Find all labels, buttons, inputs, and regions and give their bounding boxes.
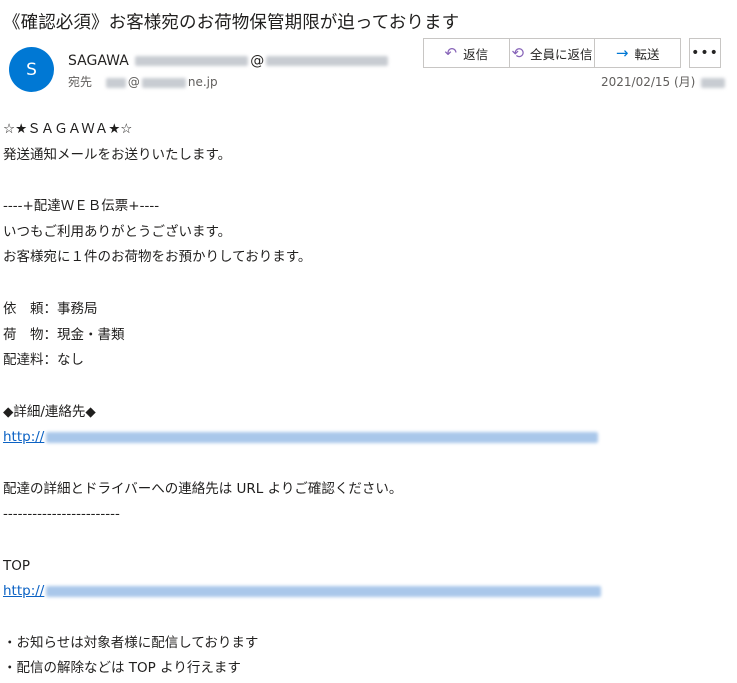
forward-label: 転送: [634, 46, 660, 62]
body-blank-line: [3, 271, 603, 297]
recipient-domain: ne.jp: [187, 75, 218, 89]
detail-link-prefix: http://: [3, 429, 45, 446]
body-line: 配達の詳細とドライバーへの連絡先は URL よりご確認ください。: [3, 480, 403, 497]
body-line: ☆★ＳＡＧＡＷＡ★☆: [3, 121, 133, 137]
reply-label: 返信: [463, 46, 489, 62]
email-subject: 《確認必須》お客様宛のお荷物保管期限が迫っております: [3, 13, 460, 33]
top-link-line: http://: [3, 579, 603, 605]
redacted-time: [701, 77, 726, 88]
body-blank-line: [3, 451, 603, 477]
sender-line: SAGAWA @: [68, 53, 390, 69]
avatar-initial: S: [26, 59, 37, 80]
email-body: ☆★ＳＡＧＡＷＡ★☆ 発送通知メールをお送りいたします。 ----+配達ＷＥＢ伝…: [3, 117, 603, 682]
body-blank-line: [3, 168, 603, 194]
reply-all-label: 全員に返信: [530, 46, 593, 62]
reply-icon: ↶: [444, 44, 458, 62]
top-link[interactable]: http://: [3, 583, 603, 599]
body-line: ------------------------: [3, 506, 120, 523]
sender-at-sign: @: [250, 53, 265, 69]
action-toolbar: ↶ 返信 ⟲ 全員に返信 → 転送: [423, 38, 681, 68]
body-line: 発送通知メールをお送りいたします。: [3, 146, 232, 163]
body-line: いつもご利用ありがとうございます。: [3, 223, 232, 240]
body-line: ----+配達ＷＥＢ伝票+----: [3, 198, 160, 215]
reply-button[interactable]: ↶ 返信: [424, 39, 510, 67]
more-actions-button[interactable]: •••: [689, 38, 721, 68]
top-link-prefix: http://: [3, 583, 45, 600]
date-text: 2021/02/15 (月): [601, 75, 696, 89]
redacted-url: [46, 431, 599, 443]
body-line: ◆詳細/連絡先◆: [3, 403, 96, 420]
body-line: 依 頼：事務局: [3, 300, 98, 317]
more-icon: •••: [691, 45, 719, 61]
body-line: TOP: [3, 557, 31, 574]
body-line: ・お知らせは対象者様に配信しております: [3, 634, 259, 651]
body-blank-line: [3, 605, 603, 631]
reply-all-button[interactable]: ⟲ 全員に返信: [509, 39, 596, 67]
redacted-recipient-domain: [141, 77, 186, 88]
avatar[interactable]: S: [9, 47, 54, 92]
body-blank-line: [3, 528, 603, 554]
email-date: 2021/02/15 (月): [601, 73, 727, 90]
detail-link[interactable]: http://: [3, 429, 600, 445]
detail-link-line: http://: [3, 425, 603, 451]
body-line: ・配信の解除などは TOP より行えます: [3, 660, 241, 677]
body-line: お客様宛に１件のお荷物をお預かりしております。: [3, 249, 312, 266]
recipient-at-sign: @: [127, 75, 140, 89]
body-blank-line: [3, 374, 603, 400]
reply-all-icon: ⟲: [511, 44, 525, 62]
body-line: 配達料：なし: [3, 352, 84, 369]
redacted-recipient-local: [105, 77, 126, 88]
redacted-sender-local: [135, 56, 249, 66]
redacted-sender-domain: [266, 56, 389, 66]
sender-name[interactable]: SAGAWA: [68, 53, 129, 69]
forward-button[interactable]: → 転送: [595, 39, 681, 67]
to-label: 宛先: [68, 75, 93, 89]
recipient-line: 宛先 @ ne.jp: [68, 73, 218, 90]
body-line: 荷 物：現金・書類: [3, 326, 125, 343]
redacted-url: [46, 585, 602, 597]
forward-icon: →: [615, 44, 629, 62]
